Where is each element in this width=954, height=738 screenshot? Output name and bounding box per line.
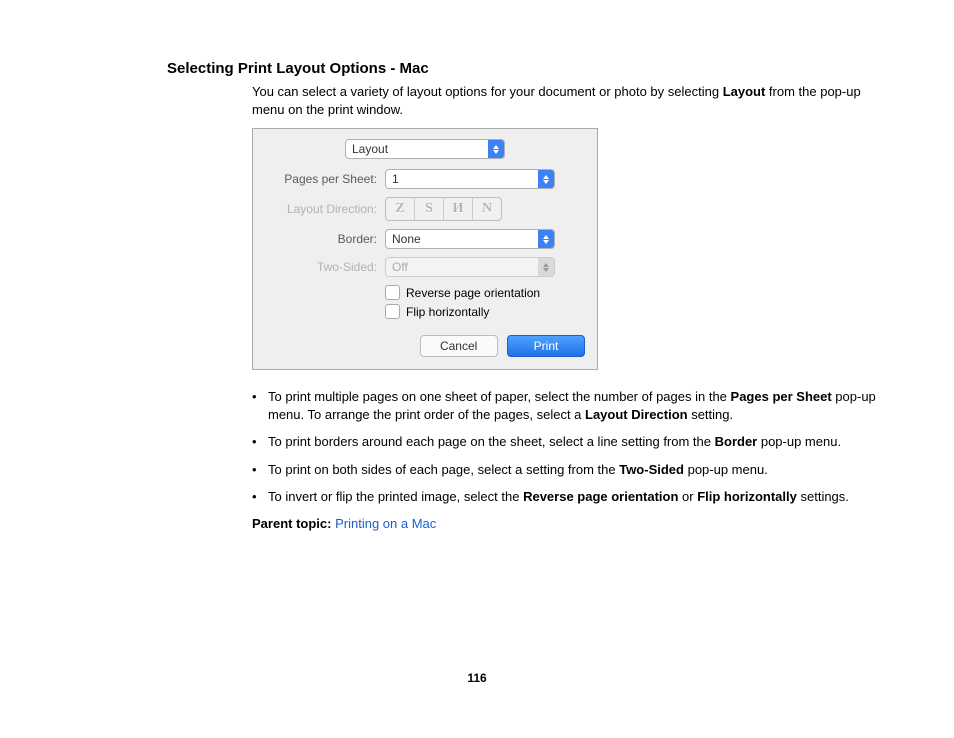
flip-horizontally-label: Flip horizontally — [406, 305, 489, 319]
layout-direction-label: Layout Direction: — [265, 202, 385, 216]
layout-glyph: N — [482, 201, 492, 217]
page-title: Selecting Print Layout Options - Mac — [77, 60, 877, 77]
reverse-page-orientation-label: Reverse page orientation — [406, 286, 540, 300]
chevron-updown-icon — [538, 258, 554, 276]
layout-glyph: S — [425, 201, 433, 217]
bullet-dot: • — [252, 461, 268, 479]
intro-paragraph: You can select a variety of layout optio… — [77, 83, 877, 118]
layout-popup-value: Layout — [346, 140, 488, 158]
border-select[interactable]: None — [385, 229, 555, 249]
pages-per-sheet-label: Pages per Sheet: — [265, 172, 385, 186]
pages-per-sheet-value: 1 — [386, 170, 538, 188]
bullet-item: •To print multiple pages on one sheet of… — [252, 388, 877, 423]
layout-glyph: И — [453, 201, 464, 217]
bullet-dot: • — [252, 388, 268, 423]
bullet-dot: • — [252, 488, 268, 506]
reverse-page-orientation-checkbox[interactable] — [385, 285, 400, 300]
print-dialog: Layout Pages per Sheet: 1 Layout Directi… — [252, 128, 598, 370]
pages-per-sheet-select[interactable]: 1 — [385, 169, 555, 189]
parent-topic-label: Parent topic: — [252, 516, 331, 531]
border-value: None — [386, 230, 538, 248]
chevron-updown-icon — [538, 230, 554, 248]
intro-bold: Layout — [723, 84, 766, 99]
layout-glyph: Z — [395, 201, 404, 217]
print-button[interactable]: Print — [507, 335, 585, 357]
chevron-updown-icon — [538, 170, 554, 188]
bullet-text: To invert or flip the printed image, sel… — [268, 488, 849, 506]
bullet-list: •To print multiple pages on one sheet of… — [77, 388, 877, 506]
layout-direction-option-2[interactable]: S — [415, 198, 444, 220]
bullet-text: To print multiple pages on one sheet of … — [268, 388, 877, 423]
two-sided-select[interactable]: Off — [385, 257, 555, 277]
bullet-item: •To invert or flip the printed image, se… — [252, 488, 877, 506]
parent-topic: Parent topic: Printing on a Mac — [77, 516, 877, 531]
layout-direction-option-3[interactable]: И — [444, 198, 473, 220]
two-sided-value: Off — [386, 258, 538, 276]
page-number: 116 — [77, 671, 877, 685]
bullet-text: To print on both sides of each page, sel… — [268, 461, 768, 479]
bullet-dot: • — [252, 433, 268, 451]
bullet-item: •To print on both sides of each page, se… — [252, 461, 877, 479]
cancel-button[interactable]: Cancel — [420, 335, 498, 357]
layout-direction-group: Z S И N — [385, 197, 502, 221]
two-sided-label: Two-Sided: — [265, 260, 385, 274]
chevron-updown-icon — [488, 140, 504, 158]
bullet-item: •To print borders around each page on th… — [252, 433, 877, 451]
layout-direction-option-1[interactable]: Z — [386, 198, 415, 220]
border-label: Border: — [265, 232, 385, 246]
layout-popup[interactable]: Layout — [345, 139, 505, 159]
flip-horizontally-checkbox[interactable] — [385, 304, 400, 319]
bullet-text: To print borders around each page on the… — [268, 433, 841, 451]
intro-pre: You can select a variety of layout optio… — [252, 84, 723, 99]
parent-topic-link[interactable]: Printing on a Mac — [335, 516, 436, 531]
layout-direction-option-4[interactable]: N — [473, 198, 501, 220]
